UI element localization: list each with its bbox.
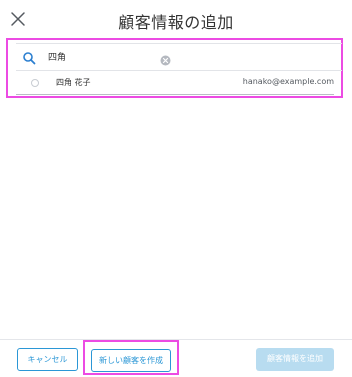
search-icon xyxy=(22,50,36,65)
clear-search-icon[interactable] xyxy=(160,51,171,66)
create-button-highlight: 新しい顧客を作成 xyxy=(83,340,179,375)
customer-name: 四角 花子 xyxy=(56,78,91,87)
search-bar[interactable]: 四角 xyxy=(16,43,342,71)
customer-email: hanako@example.com xyxy=(242,77,334,86)
cancel-button[interactable]: キャンセル xyxy=(17,348,78,371)
add-customer-dialog: 顧客情報の追加 四角 四角 花子 hanako@example.com キャンセ… xyxy=(0,0,352,377)
dialog-footer: キャンセル 新しい顧客を作成 顧客情報を追加 xyxy=(0,339,352,377)
customer-result-row[interactable]: 四角 花子 hanako@example.com xyxy=(16,72,334,95)
search-input[interactable]: 四角 xyxy=(48,50,66,63)
select-radio[interactable] xyxy=(31,79,39,87)
create-new-customer-button[interactable]: 新しい顧客を作成 xyxy=(91,349,171,372)
dialog-header: 顧客情報の追加 xyxy=(0,0,352,38)
customer-search-panel: 四角 四角 花子 hanako@example.com xyxy=(6,38,343,98)
add-customer-button[interactable]: 顧客情報を追加 xyxy=(256,348,334,371)
dialog-title: 顧客情報の追加 xyxy=(118,13,234,32)
